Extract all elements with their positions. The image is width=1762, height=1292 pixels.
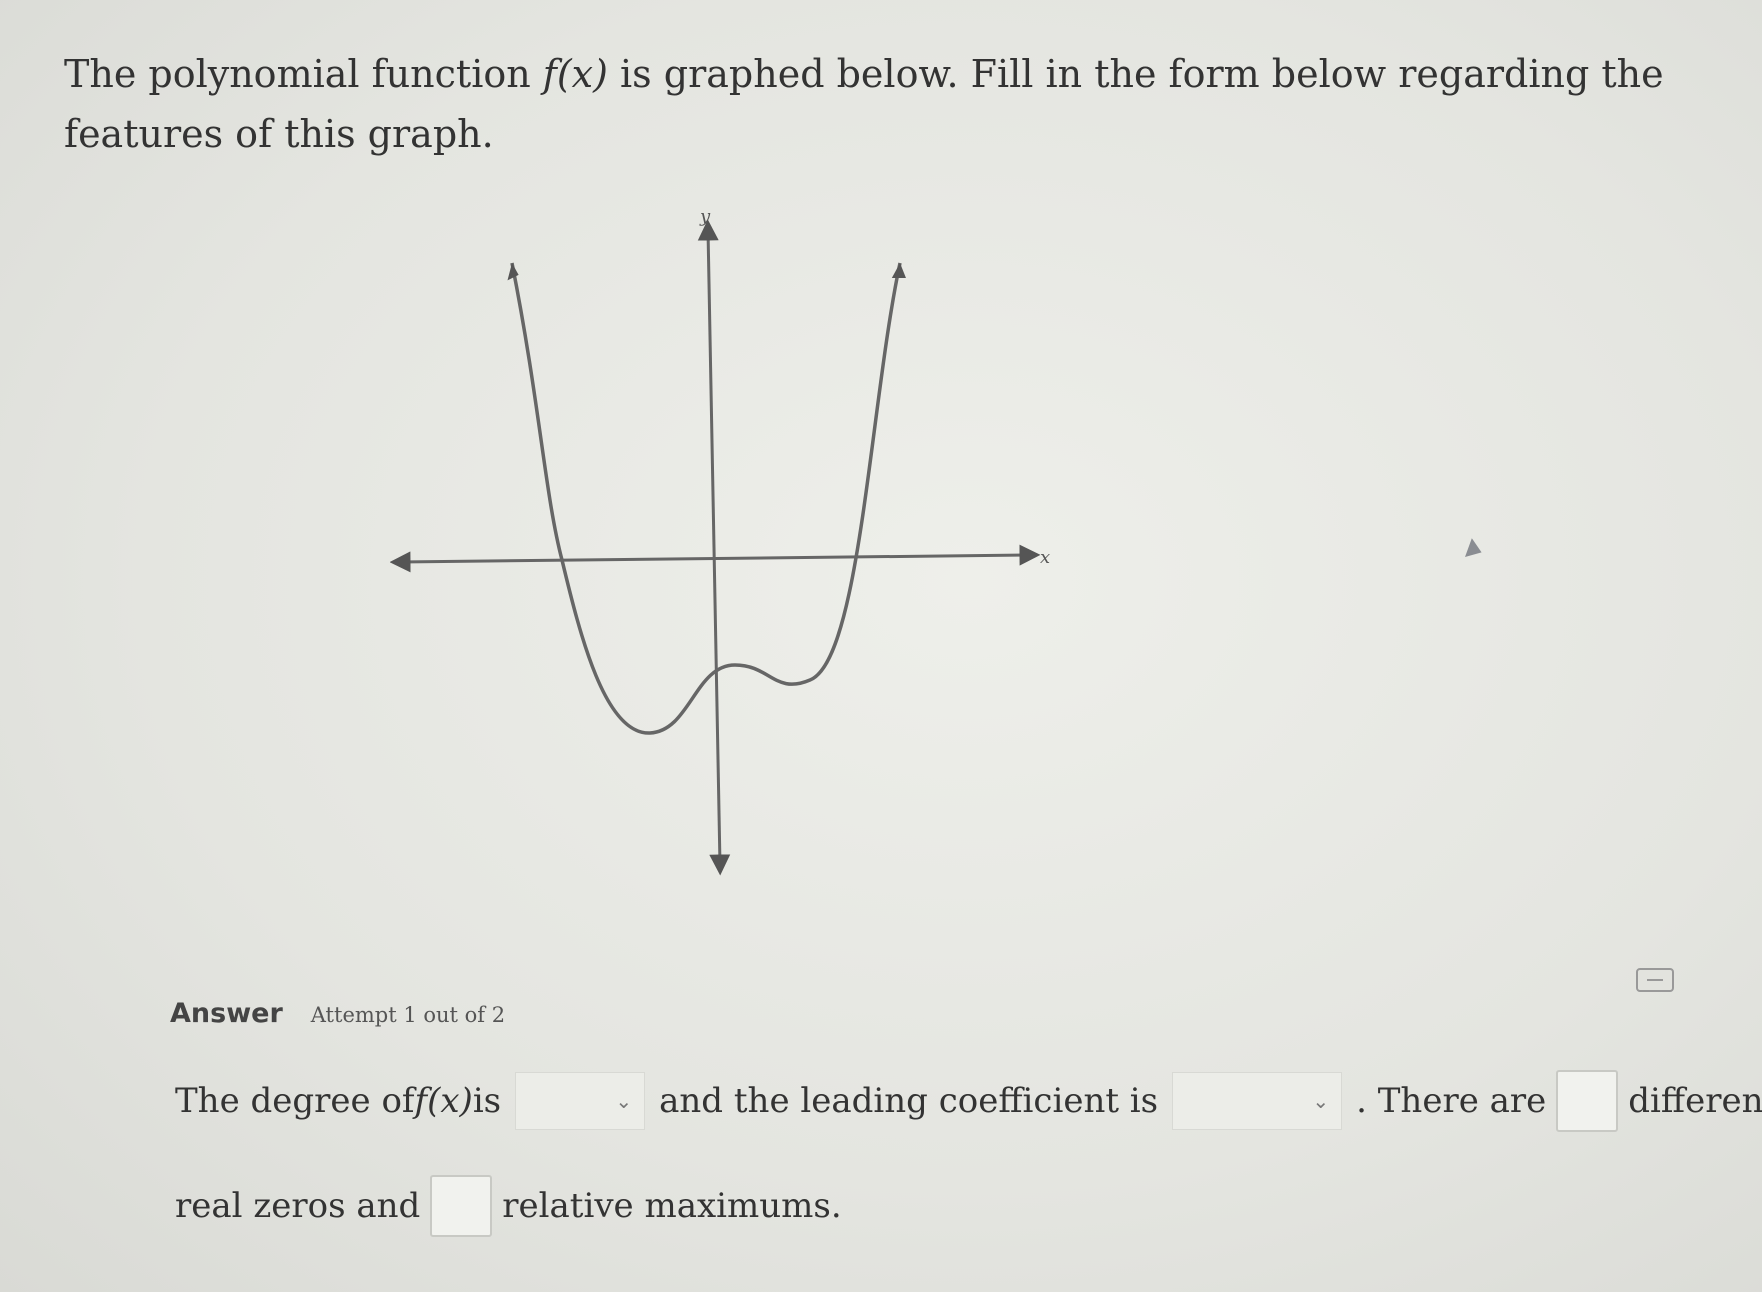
form-text-1: The degree of: [175, 1081, 415, 1121]
answer-label: Answer: [170, 998, 283, 1029]
form-math: f(x): [414, 1081, 473, 1121]
relative-maximums-input[interactable]: [430, 1175, 493, 1237]
real-zeros-input[interactable]: [1556, 1070, 1619, 1132]
question-math: f(x): [542, 52, 608, 96]
y-axis-label: y: [699, 206, 711, 227]
page: The polynomial function f(x) is graphed …: [0, 0, 1762, 1292]
degree-select[interactable]: ⌄: [515, 1072, 646, 1130]
form-text-7: relative maximums.: [502, 1186, 842, 1226]
mouse-cursor-icon: [1465, 538, 1485, 562]
polynomial-graph: x y: [390, 206, 1050, 876]
form-text-6: real zeros and: [175, 1186, 421, 1226]
form-line-1: The degree of f(x) is ⌄ and the leading …: [175, 1070, 1762, 1132]
chevron-down-icon: ⌄: [615, 1089, 633, 1113]
chevron-down-icon: ⌄: [1312, 1089, 1330, 1113]
form-text-5: different: [1628, 1081, 1762, 1121]
calculator-icon[interactable]: [1636, 968, 1674, 992]
curve-left-arrow: [507, 263, 519, 281]
leading-coefficient-select[interactable]: ⌄: [1172, 1072, 1343, 1130]
answer-header: Answer Attempt 1 out of 2: [170, 998, 505, 1029]
form-text-4: . There are: [1356, 1081, 1547, 1121]
form-text-3: and the leading coefficient is: [659, 1081, 1159, 1121]
curve-right-arrow: [891, 263, 906, 279]
y-axis: [697, 219, 731, 876]
form-text-2: is: [472, 1081, 502, 1121]
form-line-2: real zeros and relative maximums.: [175, 1175, 842, 1237]
question-text: The polynomial function f(x) is graphed …: [64, 44, 1684, 164]
x-axis-label: x: [1040, 547, 1050, 568]
attempt-counter: Attempt 1 out of 2: [310, 1003, 506, 1027]
polynomial-curve: [510, 262, 902, 735]
question-text-before: The polynomial function: [64, 52, 543, 96]
